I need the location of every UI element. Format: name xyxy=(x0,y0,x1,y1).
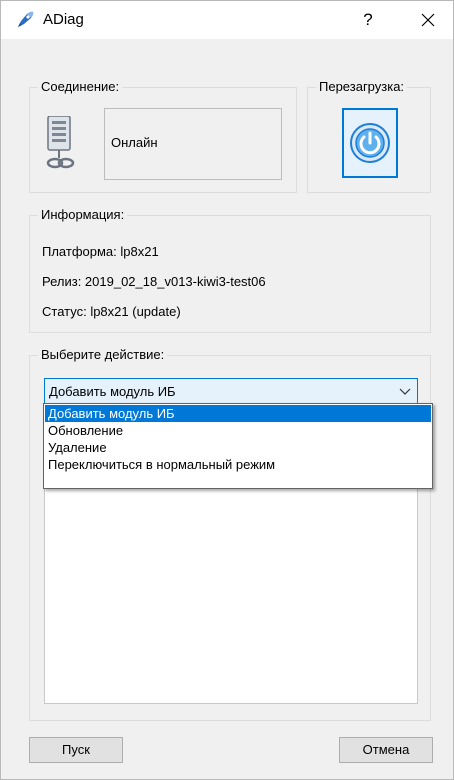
info-group: Информация: Платформа: lp8x21 Релиз: 201… xyxy=(29,207,431,333)
reboot-button[interactable] xyxy=(342,108,398,178)
reboot-group-title: Перезагрузка: xyxy=(316,79,408,95)
action-group-title: Выберите действие: xyxy=(38,347,168,363)
status-text: Статус: lp8x21 (update) xyxy=(42,304,181,319)
power-icon xyxy=(350,123,390,163)
action-dropdown-list: Добавить модуль ИБ Обновление Удаление П… xyxy=(43,403,433,489)
action-select-value: Добавить модуль ИБ xyxy=(49,384,176,399)
info-group-title: Информация: xyxy=(38,207,128,223)
dropdown-option-add-module[interactable]: Добавить модуль ИБ xyxy=(45,405,431,422)
connection-group: Соединение: Онлайн xyxy=(29,79,297,193)
chevron-down-icon xyxy=(399,388,411,395)
help-button[interactable]: ? xyxy=(355,8,381,32)
start-button[interactable]: Пуск xyxy=(29,737,123,763)
adiag-dialog: ADiag ? Соединение: Онлайн Перезагрузка: xyxy=(0,0,454,780)
platform-text: Платформа: lp8x21 xyxy=(42,244,159,259)
cancel-button[interactable]: Отмена xyxy=(339,737,433,763)
connection-status: Онлайн xyxy=(111,135,158,150)
window-title: ADiag xyxy=(43,11,84,28)
title-bar[interactable]: ADiag ? xyxy=(1,1,453,39)
close-icon xyxy=(421,13,435,27)
dropdown-option-normal-mode[interactable]: Переключиться в нормальный режим xyxy=(45,456,431,473)
dropdown-option-update[interactable]: Обновление xyxy=(45,422,431,439)
close-button[interactable] xyxy=(415,8,441,32)
release-text: Релиз: 2019_02_18_v013-kiwi3-test06 xyxy=(42,274,266,289)
reboot-group: Перезагрузка: xyxy=(307,79,431,193)
connection-group-title: Соединение: xyxy=(38,79,123,95)
dropdown-option-remove[interactable]: Удаление xyxy=(45,439,431,456)
connection-status-box: Онлайн xyxy=(104,108,282,180)
action-select[interactable]: Добавить модуль ИБ xyxy=(44,378,418,404)
server-icon xyxy=(46,116,75,169)
rocket-icon xyxy=(18,11,34,27)
